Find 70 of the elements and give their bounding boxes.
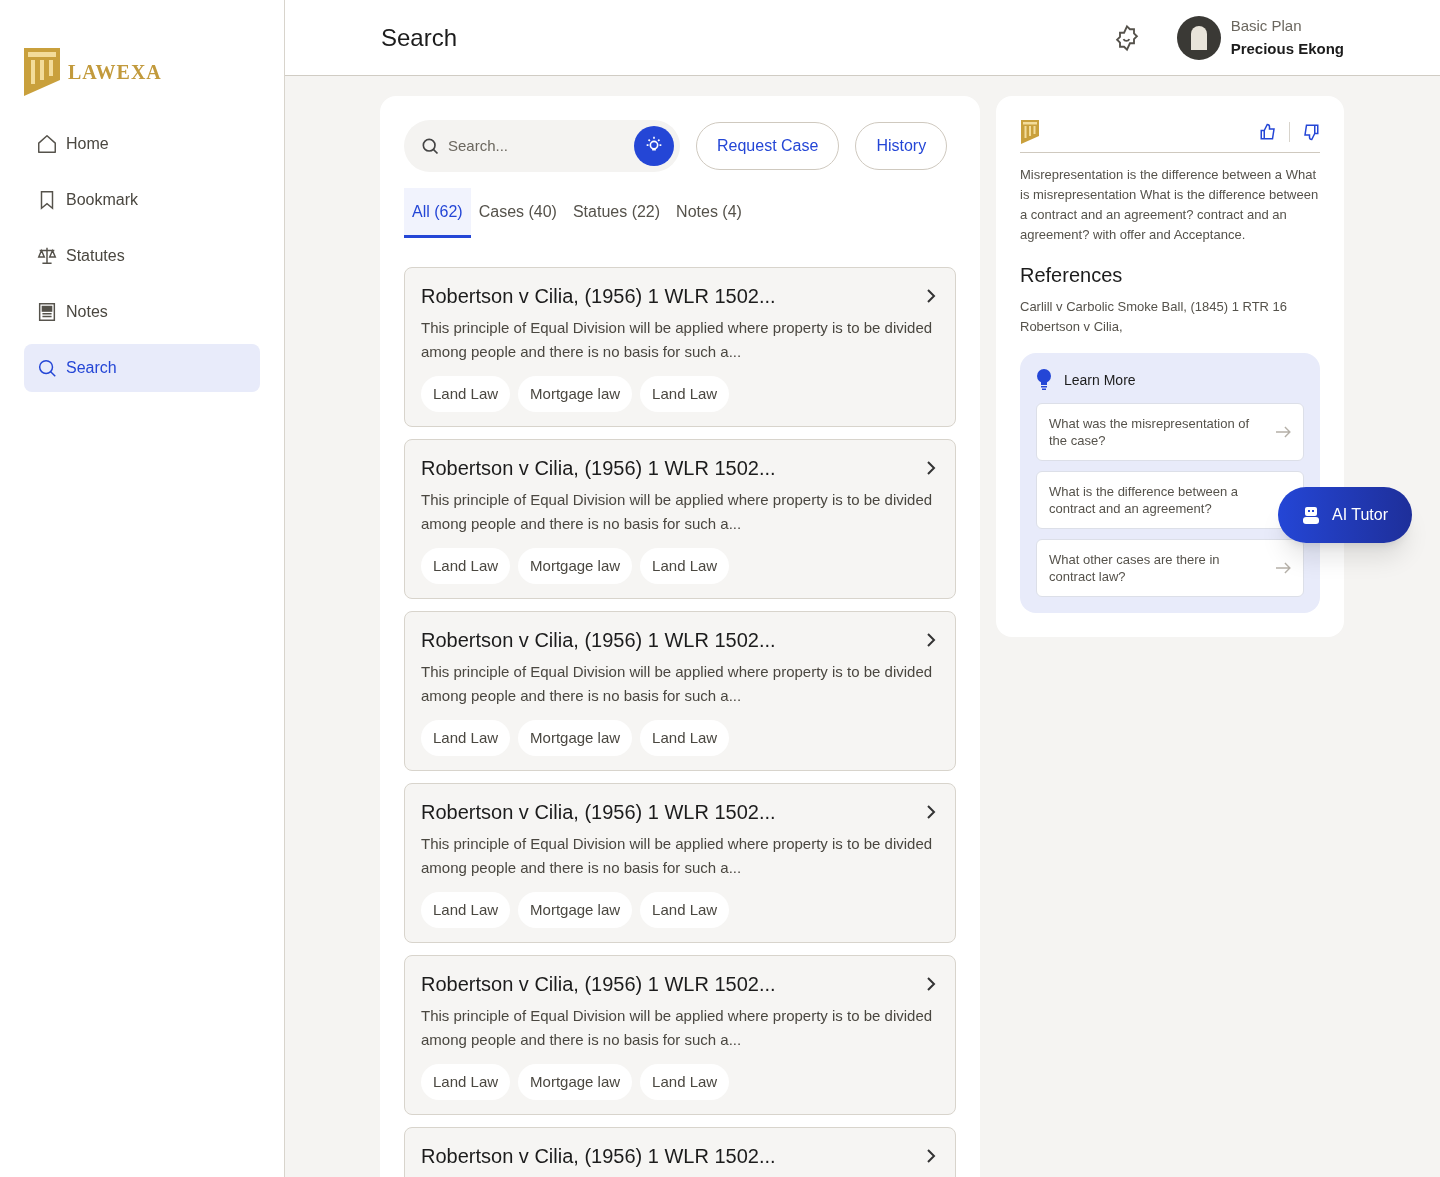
result-card[interactable]: Robertson v Cilia, (1956) 1 WLR 1502... This principle of Equal Division will be applied where property is to be divided among people and there is no basis for such a... Land Law Mortgage law Land Law <box>404 783 956 943</box>
topic-tag[interactable]: Mortgage law <box>518 548 633 584</box>
case-title: Robertson v Cilia, (1956) 1 WLR 1502... <box>421 456 776 481</box>
case-summary: This principle of Equal Division will be applied where property is to be divided among people and there is no basis for such a... <box>421 490 934 534</box>
case-summary: This principle of Equal Division will be applied where property is to be divided among people and there is no basis for such a... <box>421 662 934 706</box>
notes-icon <box>36 301 58 323</box>
result-card[interactable]: Robertson v Cilia, (1956) 1 WLR 1502... This principle of Equal Division will be applied where property is to be divided among people and there is no basis for such a... Land Law Mortgage law Land Law <box>404 955 956 1115</box>
arrow-right-icon <box>1275 426 1291 438</box>
answer-text: Misrepresentation is the difference between a What is misrepresentation What is the difference between a contract and an agreement? contract and an agreement? with offer and Acceptance. <box>1020 166 1320 244</box>
topic-tag[interactable]: Land Law <box>640 548 730 584</box>
search-icon <box>36 357 58 379</box>
case-summary: This principle of Equal Division will be applied where property is to be divided among people and there is no basis for such a... <box>421 318 934 362</box>
case-summary: This principle of Equal Division will be applied where property is to be divided among people and there is no basis for such a... <box>421 834 934 878</box>
result-card[interactable]: Robertson v Cilia, (1956) 1 WLR 1502... This principle of Equal Division will be applied where property is to be divided among people and there is no basis for such a... Land Law Mortgage law Land Law <box>404 439 956 599</box>
topic-tag[interactable]: Land Law <box>421 376 511 412</box>
case-title: Robertson v Cilia, (1956) 1 WLR 1502... <box>421 800 776 825</box>
topic-tag[interactable]: Mortgage law <box>518 892 633 928</box>
suggested-question[interactable]: What other cases are there in contract law? <box>1036 539 1304 597</box>
topic-tag[interactable]: Land Law <box>640 892 730 928</box>
result-card[interactable]: Robertson v Cilia, (1956) 1 WLR 1502... <box>404 1127 956 1177</box>
filter-tab[interactable]: All (62) <box>404 188 471 238</box>
thumbs-down-icon[interactable] <box>1302 123 1320 141</box>
sidebar-item[interactable]: Notes <box>24 288 260 336</box>
case-title: Robertson v Cilia, (1956) 1 WLR 1502... <box>421 1144 776 1169</box>
result-card[interactable]: Robertson v Cilia, (1956) 1 WLR 1502... This principle of Equal Division will be applied where property is to be divided among people and there is no basis for such a... Land Law Mortgage law Land Law <box>404 267 956 427</box>
learn-more-title: Learn More <box>1064 371 1136 390</box>
suggested-question[interactable]: What is the difference between a contract and an agreement? <box>1036 471 1304 529</box>
user-name: Precious Ekong <box>1230 38 1344 59</box>
lightbulb-icon <box>1036 369 1052 391</box>
topic-tag[interactable]: Mortgage law <box>518 720 633 756</box>
scale-icon <box>36 245 58 267</box>
case-title: Robertson v Cilia, (1956) 1 WLR 1502... <box>421 972 776 997</box>
case-summary: This principle of Equal Division will be applied where property is to be divided among people and there is no basis for such a... <box>421 1006 934 1050</box>
reference-link[interactable]: Carlill v Carbolic Smoke Ball, (1845) 1 RTR 16 <box>1020 297 1320 317</box>
result-card[interactable]: Robertson v Cilia, (1956) 1 WLR 1502... This principle of Equal Division will be applied where property is to be divided among people and there is no basis for such a... Land Law Mortgage law Land Law <box>404 611 956 771</box>
filter-tab[interactable]: Notes (4) <box>668 188 750 238</box>
case-title: Robertson v Cilia, (1956) 1 WLR 1502... <box>421 284 776 309</box>
topic-tag[interactable]: Land Law <box>640 376 730 412</box>
filter-tab[interactable]: Statues (22) <box>564 188 669 238</box>
ai-tutor-button[interactable]: AI Tutor <box>1278 487 1413 543</box>
reference-link[interactable]: Robertson v Cilia, <box>1020 317 1320 337</box>
thumbs-up-icon[interactable] <box>1259 123 1277 141</box>
search-icon <box>420 136 440 156</box>
sidebar-item[interactable]: Statutes <box>24 232 260 280</box>
page-title: Search <box>381 22 459 53</box>
home-icon <box>36 133 58 155</box>
filter-tab[interactable]: Cases (40) <box>470 188 565 238</box>
topic-tag[interactable]: Land Law <box>640 1064 730 1100</box>
sidebar-item[interactable]: Search <box>24 344 260 392</box>
search-input[interactable]: Search... <box>448 134 626 158</box>
robot-icon <box>1302 505 1320 525</box>
logo-icon <box>1020 120 1040 144</box>
topic-tag[interactable]: Land Law <box>421 548 511 584</box>
topic-tag[interactable]: Land Law <box>421 720 511 756</box>
sidebar-item[interactable]: Home <box>24 120 260 168</box>
sidebar-item[interactable]: Bookmark <box>24 176 260 224</box>
references-heading: References <box>1020 263 1124 288</box>
topic-tag[interactable]: Land Law <box>640 720 730 756</box>
lightbulb-button[interactable] <box>634 126 674 166</box>
search-field[interactable]: Search... <box>404 120 680 172</box>
topic-tag[interactable]: Mortgage law <box>518 376 633 412</box>
logo-icon <box>24 48 60 96</box>
brand-name: LAWEXA <box>68 60 162 85</box>
arrow-right-icon <box>1275 562 1291 574</box>
topic-tag[interactable]: Land Law <box>421 1064 511 1100</box>
plan-label: Basic Plan <box>1230 16 1303 36</box>
case-title: Robertson v Cilia, (1956) 1 WLR 1502... <box>421 628 776 653</box>
topic-tag[interactable]: Mortgage law <box>518 1064 633 1100</box>
suggested-question[interactable]: What was the misrepresentation of the case? <box>1036 403 1304 461</box>
topic-tag[interactable]: Land Law <box>421 892 511 928</box>
